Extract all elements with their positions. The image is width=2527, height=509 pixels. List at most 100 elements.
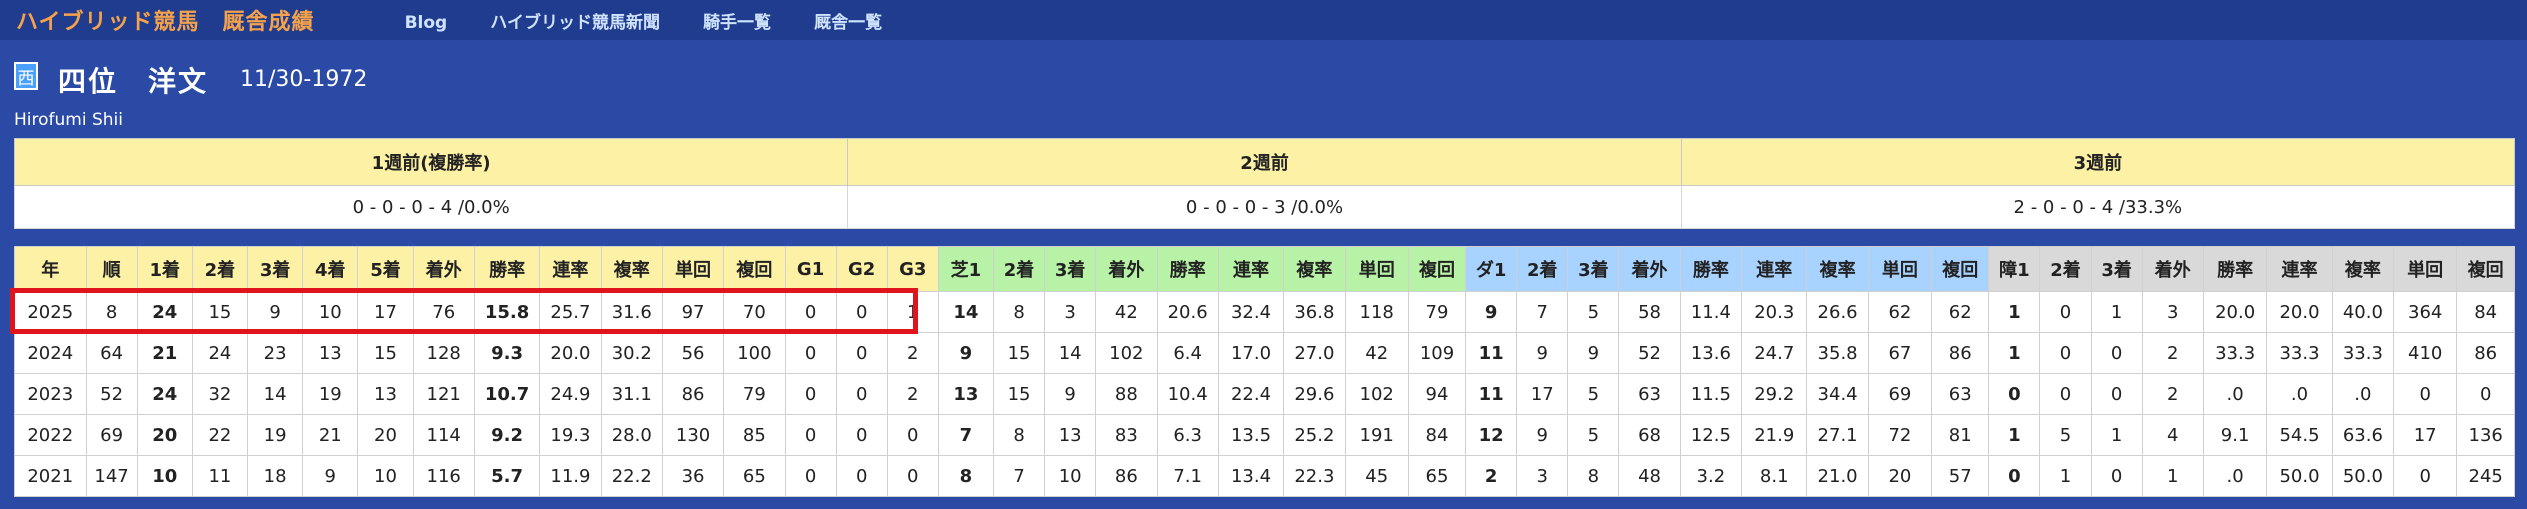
stats-cell: 0 [2039,332,2092,374]
stats-cell: 10 [302,291,359,333]
stats-header-cell: 複回 [2456,246,2515,292]
nav-link-newspaper[interactable]: ハイブリッド競馬新聞 [490,13,660,33]
stats-cell: 5 [1567,291,1620,333]
stats-cell: 79 [1407,291,1467,333]
stats-cell: 7 [992,455,1046,497]
stats-cell: 191 [1344,414,1409,456]
stats-cell: 8.1 [1741,455,1808,497]
stats-cell: 22.3 [1283,455,1346,497]
trainer-name: 四位 洋文 [58,65,209,98]
stats-cell: 0 [2090,332,2143,374]
stats-cell: 70 [723,291,786,333]
stats-cell: 9 [1465,291,1518,333]
stats-cell: 8 [1567,455,1620,497]
stats-header-cell: G3 [886,246,939,292]
stats-cell: 3 [2141,291,2204,333]
stats-cell: 18 [246,455,304,497]
trainer-roman-name: Hirofumi Shii [14,110,123,130]
stats-cell: 0 [835,455,888,497]
stats-cell: 42 [1344,332,1409,374]
stats-cell: 86 [2456,332,2515,374]
stats-cell: 23 [246,332,304,374]
stats-header-cell: 複回 [1931,246,1990,292]
stats-cell: 21 [302,414,359,456]
stats-header-cell: 連率 [1741,246,1808,292]
stats-cell: 27.1 [1806,414,1869,456]
stats-header-cell: 複回 [1407,246,1467,292]
stats-header-cell: 勝率 [473,246,541,292]
stats-cell: 9 [302,455,359,497]
stats-cell: 54.5 [2266,414,2333,456]
site-brand[interactable]: ハイブリッド競馬 厩舎成績 [16,4,315,36]
stats-cell: 0 [2039,373,2092,415]
stats-cell: 9.3 [473,332,541,374]
stats-cell: 0 [784,414,837,456]
stats-cell: 102 [1095,332,1158,374]
stats-cell: 52 [1618,332,1681,374]
stats-cell: 21.0 [1806,455,1869,497]
week-3-header: 3週前 [1680,138,2516,186]
stats-cell: 22.2 [600,455,663,497]
stats-cell: 9.2 [473,414,541,456]
stats-cell: 121 [412,373,475,415]
stats-cell: 24 [191,332,249,374]
stats-cell: 33.3 [2331,332,2395,374]
stats-cell: 86 [1095,455,1158,497]
stats-cell: 0 [886,414,939,456]
stats-cell: 33.3 [2202,332,2268,374]
stats-cell: 10.4 [1156,373,1219,415]
stats-header-cell: 3着 [1567,246,1620,292]
stats-cell: 76 [412,291,475,333]
stats-cell: 13 [357,373,414,415]
stats-cell: 2025 [14,291,87,333]
stats-cell: 19 [302,373,359,415]
stats-cell: 0 [2456,373,2515,415]
stats-cell: 21 [136,332,193,374]
stats-header-row: 年順 1着 2着 3着 4着 5着 着外 勝率 連率 複率 単回 複回 G1 G2 G3 芝1 2着 3着 着外 勝率… [14,246,2515,292]
stats-header-cell: 2着 [191,246,249,292]
stats-cell: 24.7 [1741,332,1808,374]
nav-link-blog[interactable]: Blog [405,13,448,33]
stats-cell: 52 [85,373,138,415]
stats-cell: 15 [992,373,1046,415]
stats-cell: 1 [886,291,939,333]
stats-cell: 13.5 [1217,414,1285,456]
stats-cell: 13 [302,332,359,374]
stats-cell: 32 [191,373,249,415]
stats-cell: 102 [1344,373,1409,415]
stats-header-cell: 着外 [2141,246,2204,292]
stats-header-cell: 単回 [2393,246,2458,292]
stats-cell: 0 [886,455,939,497]
stats-header-cell: 3着 [246,246,304,292]
stats-cell: 1 [1988,291,2041,333]
stats-header-cell: 複率 [2331,246,2395,292]
stats-cell: 10 [357,455,414,497]
stats-header-cell: 連率 [1217,246,1285,292]
stats-cell: 19.3 [539,414,602,456]
week-1-header: 1週前(複勝率) [13,138,849,186]
stats-header-cell: 1着 [136,246,193,292]
stats-cell: 64 [85,332,138,374]
stats-cell: 24 [136,291,193,333]
stats-cell: 0 [2039,291,2092,333]
stats-cell: 1 [1988,332,2041,374]
stats-cell: 36 [661,455,725,497]
stats-cell: 25.7 [539,291,602,333]
stats-cell: 13.6 [1679,332,1743,374]
week-2-header: 2週前 [847,138,1682,186]
stats-cell: 56 [661,332,725,374]
stats-header-cell: 年 [14,246,87,292]
nav-link-stables[interactable]: 厩舎一覧 [814,13,882,33]
stats-cell: 3 [1044,291,1097,333]
trainer-dob: 11/30-1972 [240,67,368,92]
stats-header-cell: 勝率 [1156,246,1219,292]
stats-cell: 136 [2456,414,2515,456]
stats-cell: 88 [1095,373,1158,415]
stats-cell: 6.3 [1156,414,1219,456]
stats-cell: 81 [1931,414,1990,456]
stats-cell: 7 [1516,291,1569,333]
stats-cell: 13.4 [1217,455,1285,497]
stats-cell: 8 [992,414,1046,456]
stats-cell: 34.4 [1806,373,1869,415]
nav-link-jockeys[interactable]: 騎手一覧 [703,13,771,33]
